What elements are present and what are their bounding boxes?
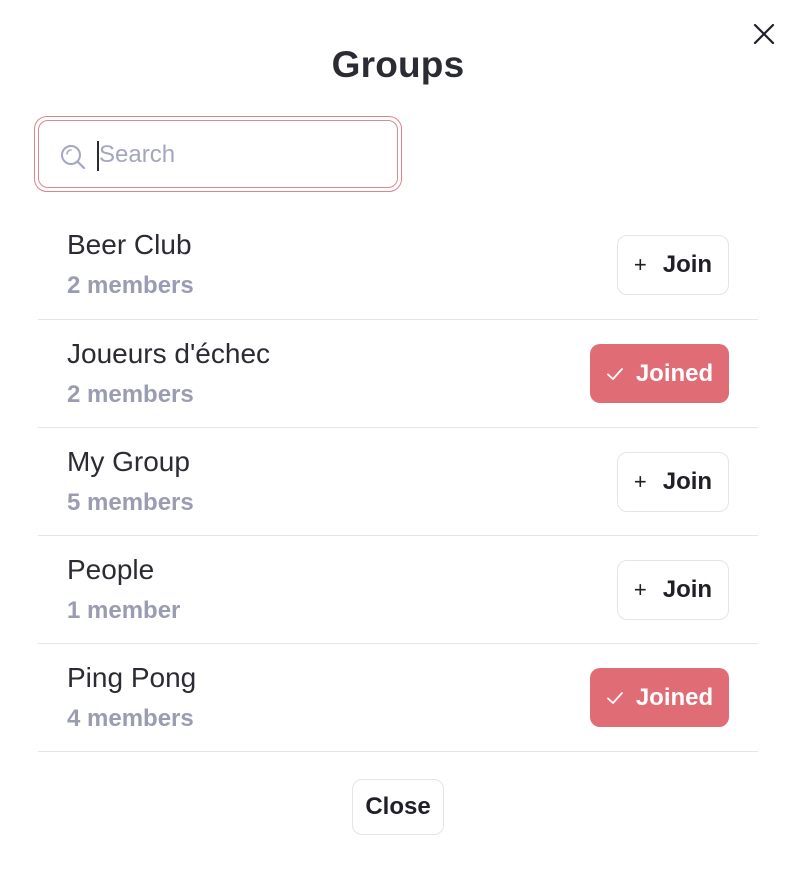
join-button[interactable]: + Join xyxy=(617,235,729,295)
group-row: Beer Club 2 members + Join xyxy=(38,211,758,320)
search-icon xyxy=(59,143,87,171)
close-button[interactable]: Close xyxy=(352,779,444,835)
join-button[interactable]: + Join xyxy=(617,452,729,512)
group-row: Joueurs d'échec 2 members Joined xyxy=(38,320,758,428)
plus-icon: + xyxy=(633,469,647,494)
joined-button[interactable]: Joined xyxy=(590,668,729,727)
search-input[interactable] xyxy=(99,135,379,175)
search-field xyxy=(34,116,402,192)
group-name: Beer Club xyxy=(67,229,192,260)
button-label: Join xyxy=(662,468,713,495)
group-name: Joueurs d'échec xyxy=(67,338,271,369)
check-icon xyxy=(606,689,624,707)
group-name: People xyxy=(67,554,155,585)
dialog-title: Groups xyxy=(331,44,465,85)
groups-dialog: Groups Beer Club 2 members + Join Joueurs d'… xyxy=(0,0,796,876)
search-box xyxy=(38,120,398,188)
group-name: My Group xyxy=(67,446,190,477)
group-member-count: 2 members xyxy=(67,272,194,299)
group-member-count: 5 members xyxy=(67,489,194,516)
plus-icon: + xyxy=(633,252,647,277)
plus-icon: + xyxy=(633,577,647,602)
group-member-count: 1 member xyxy=(67,597,181,624)
button-label: Joined xyxy=(635,683,714,711)
group-name: Ping Pong xyxy=(67,662,197,693)
group-row: Ping Pong 4 members Joined xyxy=(38,644,758,752)
button-label: Joined xyxy=(635,359,714,387)
group-list: Beer Club 2 members + Join Joueurs d'échec 2 … xyxy=(38,211,758,752)
button-label: Join xyxy=(662,251,713,278)
group-row: My Group 5 members + Join xyxy=(38,428,758,536)
join-button[interactable]: + Join xyxy=(617,560,729,620)
group-row: People 1 member + Join xyxy=(38,536,758,644)
joined-button[interactable]: Joined xyxy=(590,344,729,403)
button-label: Join xyxy=(662,576,713,603)
check-icon xyxy=(606,365,624,383)
group-member-count: 4 members xyxy=(67,705,194,732)
group-member-count: 2 members xyxy=(67,381,194,408)
